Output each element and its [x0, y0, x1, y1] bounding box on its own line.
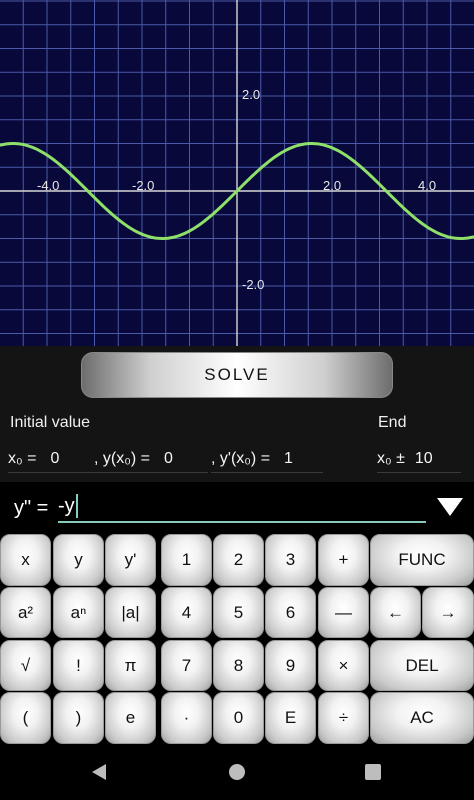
plus-key[interactable]: +: [318, 534, 369, 586]
cursor-left-key[interactable]: ←: [370, 587, 421, 638]
x0-field[interactable]: x₀ = 0: [8, 446, 94, 473]
solve-button[interactable]: SOLVE: [81, 352, 393, 398]
dropdown-triangle-icon[interactable]: [435, 496, 465, 518]
digit-2-key[interactable]: 2: [213, 534, 264, 586]
equation-input[interactable]: -y: [58, 491, 426, 523]
y-key[interactable]: y: [53, 534, 104, 586]
minus-key[interactable]: —: [318, 587, 369, 638]
navigation-bar: [0, 744, 474, 800]
y-x0-label: , y(x₀) =: [94, 450, 150, 467]
close-paren-key[interactable]: ): [53, 692, 104, 744]
power-key[interactable]: aⁿ: [53, 587, 104, 638]
digit-9-key[interactable]: 9: [265, 640, 316, 691]
x-key[interactable]: x: [0, 534, 51, 586]
digit-4-key[interactable]: 4: [161, 587, 212, 638]
cursor-right-key[interactable]: →: [422, 587, 474, 638]
text-caret: [75, 494, 78, 518]
dy-x0-field[interactable]: , y'(x₀) = 1: [211, 446, 323, 473]
y-tick-label: 2.0: [242, 87, 261, 102]
dy-x0-label: , y'(x₀) =: [211, 450, 271, 467]
y-x0-value: 0: [163, 450, 173, 467]
x0-value: 0: [50, 450, 60, 467]
digit-0-key[interactable]: 0: [213, 692, 264, 744]
pi-key[interactable]: π: [105, 640, 156, 691]
y-tick-label: -2.0: [242, 277, 265, 292]
initial-value-label: Initial value: [10, 414, 91, 431]
end-range-value: 10: [414, 450, 433, 467]
digit-6-key[interactable]: 6: [265, 587, 316, 638]
y-x0-field[interactable]: , y(x₀) = 0: [94, 446, 208, 473]
digit-8-key[interactable]: 8: [213, 640, 264, 691]
divide-key[interactable]: ÷: [318, 692, 369, 744]
e-key[interactable]: e: [105, 692, 156, 744]
end-label: End: [378, 414, 407, 431]
digit-5-key[interactable]: 5: [213, 587, 264, 638]
end-range-label: x₀ ±: [377, 450, 405, 467]
digit-7-key[interactable]: 7: [161, 640, 212, 691]
home-icon[interactable]: [228, 763, 246, 781]
x-tick-label: 4.0: [418, 178, 437, 193]
y-prime-key[interactable]: y': [105, 534, 156, 586]
x-tick-label: -4.0: [37, 178, 60, 193]
x-tick-label: 2.0: [323, 178, 342, 193]
factorial-key[interactable]: !: [53, 640, 104, 691]
graph-area[interactable]: -4.0 -2.0 2.0 4.0 2.0 -2.0: [0, 0, 474, 346]
multiply-key[interactable]: ×: [318, 640, 369, 691]
end-range-field[interactable]: x₀ ± 10: [377, 446, 461, 473]
func-key[interactable]: FUNC: [370, 534, 474, 586]
equation-value: -y: [58, 494, 75, 517]
clear-all-key[interactable]: AC: [370, 692, 474, 744]
decimal-point-key[interactable]: ·: [161, 692, 212, 744]
graph-canvas: [0, 0, 474, 346]
equation-label: y" =: [14, 497, 49, 519]
back-icon[interactable]: [90, 763, 108, 781]
sqrt-key[interactable]: √: [0, 640, 51, 691]
digit-1-key[interactable]: 1: [161, 534, 212, 586]
x-tick-label: -2.0: [132, 178, 155, 193]
delete-key[interactable]: DEL: [370, 640, 474, 691]
x0-label: x₀ =: [8, 450, 37, 467]
square-key[interactable]: a²: [0, 587, 51, 638]
recents-icon[interactable]: [364, 763, 382, 781]
abs-key[interactable]: |a|: [105, 587, 156, 638]
dy-x0-value: 1: [284, 450, 293, 467]
open-paren-key[interactable]: (: [0, 692, 51, 744]
exponent-key[interactable]: E: [265, 692, 316, 744]
digit-3-key[interactable]: 3: [265, 534, 316, 586]
